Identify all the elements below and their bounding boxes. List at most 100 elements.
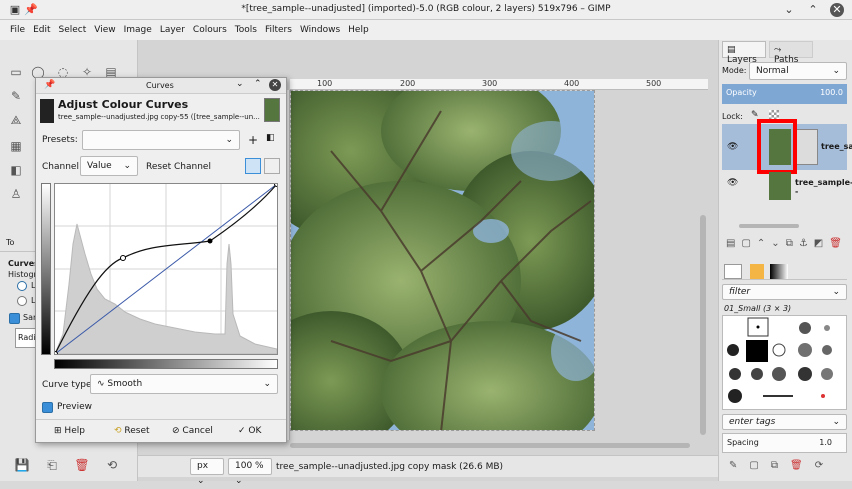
check-icon: ✓ (238, 426, 246, 436)
histogram-linear-radio[interactable] (17, 281, 27, 291)
menu-help[interactable]: Help (344, 20, 373, 40)
opacity-slider[interactable]: Opacity 100.0 (722, 84, 847, 104)
help-label: Help (64, 426, 85, 436)
curve-type-label: Curve type: (42, 380, 95, 390)
brush-filter-select[interactable]: filter ⌄ (722, 284, 847, 300)
pin-icon[interactable]: 📌 (44, 80, 55, 90)
menu-colours[interactable]: Colours (189, 20, 231, 40)
gradients-tab-icon[interactable] (770, 264, 788, 279)
tool-options-tab[interactable]: To (0, 238, 35, 252)
dialog-divider (36, 419, 286, 420)
log-histogram-icon[interactable] (264, 158, 280, 174)
help-button[interactable]: ⊞ Help (54, 426, 85, 436)
restore-options-icon[interactable]: ⎗ (44, 457, 60, 473)
brush-actions: ✎▢⧉🗑⟳ (729, 460, 835, 471)
close-button[interactable]: ✕ (830, 3, 844, 17)
delete-layer-icon[interactable]: 🗑 (829, 238, 848, 249)
channel-select[interactable]: Value ⌄ (80, 156, 138, 176)
maximize-button[interactable]: ⌃ (806, 3, 820, 17)
preview-label: Preview (57, 402, 93, 412)
patterns-tab-icon[interactable] (750, 264, 764, 279)
manage-presets-icon[interactable]: ◧ (266, 133, 275, 143)
save-options-icon[interactable]: 💾 (14, 457, 30, 473)
visibility-eye-icon[interactable]: 👁 (727, 178, 738, 188)
sample-merged-checkbox[interactable] (9, 313, 20, 324)
layers-dock: ▤ Layers ⤳ Paths Mode: Normal ⌄ Opacity 1… (718, 40, 852, 481)
reset-button[interactable]: ⟲ Reset (114, 426, 150, 436)
lower-layer-icon[interactable]: ⌄ (771, 238, 785, 249)
brushes-tabs (722, 264, 847, 280)
unit-value: px (197, 461, 209, 471)
tab-paths[interactable]: ⤳ Paths (769, 41, 813, 65)
presets-select[interactable]: ⌄ (82, 130, 240, 150)
cancel-button[interactable]: ⊘ Cancel (172, 426, 213, 436)
edit-brush-icon[interactable]: ✎ (729, 460, 749, 471)
layer-2-thumbnail (769, 172, 791, 200)
brush-shapes (727, 317, 833, 403)
rect-select-tool-icon[interactable]: ▭ (8, 64, 24, 80)
menu-edit[interactable]: Edit (29, 20, 54, 40)
layer-actions: ▤▢⌃⌄⧉⚓◩🗑 (726, 238, 848, 249)
curve-type-select[interactable]: ∿ Smooth ⌄ (90, 374, 278, 394)
menu-select[interactable]: Select (55, 20, 91, 40)
brush-grid[interactable] (722, 315, 847, 410)
close-dialog-button[interactable]: ✕ (269, 79, 281, 91)
radius-field[interactable]: Radi (15, 328, 37, 348)
anchor-icon[interactable]: ⚓ (799, 238, 814, 249)
clone-tool-icon[interactable]: ♙ (8, 186, 24, 202)
image-canvas[interactable] (290, 90, 595, 431)
new-group-icon[interactable]: ▢ (741, 238, 756, 249)
duplicate-layer-icon[interactable]: ⧉ (786, 238, 799, 249)
mask-icon[interactable]: ◩ (814, 238, 829, 249)
refresh-brushes-icon[interactable]: ⟳ (815, 460, 835, 471)
menu-layer[interactable]: Layer (156, 20, 189, 40)
minimize-button[interactable]: ⌄ (782, 3, 796, 17)
menu-windows[interactable]: Windows (296, 20, 344, 40)
delete-brush-icon[interactable]: 🗑 (790, 460, 815, 471)
reset-options-icon[interactable]: ⟲ (104, 457, 120, 473)
vertical-gradient-bar (41, 183, 51, 355)
reset-channel-button[interactable]: Reset Channel (146, 162, 211, 172)
new-layer-icon[interactable]: ▤ (726, 238, 741, 249)
unit-select[interactable]: px ⌄ (190, 458, 224, 486)
window-title: *[tree_sample--unadjusted] (imported)-5.… (241, 4, 611, 14)
tab-layers[interactable]: ▤ Layers (722, 41, 766, 65)
mode-select[interactable]: Normal ⌄ (749, 62, 847, 80)
menu-image[interactable]: Image (120, 20, 156, 40)
raise-layer-icon[interactable]: ⌃ (757, 238, 771, 249)
zoom-select[interactable]: 100 % ⌄ (228, 458, 272, 486)
new-brush-icon[interactable]: ▢ (749, 460, 770, 471)
minimize-button[interactable]: ⌄ (236, 79, 244, 89)
menu-view[interactable]: View (90, 20, 119, 40)
spacing-value: 1.0 (819, 438, 832, 447)
ok-button[interactable]: ✓ OK (238, 426, 261, 436)
paths-tool-icon[interactable]: ✎ (8, 88, 24, 104)
spacing-slider[interactable]: Spacing 1.0 (722, 433, 847, 453)
visibility-eye-icon[interactable]: 👁 (727, 142, 738, 152)
curves-titlebar: 📌 Curves ⌄ ⌃ ✕ (36, 78, 286, 94)
menu-filters[interactable]: Filters (261, 20, 296, 40)
menu-file[interactable]: File (6, 20, 29, 40)
menu-tools[interactable]: Tools (231, 20, 261, 40)
add-preset-icon[interactable]: + (248, 133, 258, 147)
linear-histogram-icon[interactable] (245, 158, 261, 174)
brush-tags-field[interactable]: enter tags ⌄ (722, 414, 847, 430)
paint-tool-icon[interactable]: ▦ (8, 138, 24, 154)
curves-graph[interactable] (52, 181, 280, 357)
eraser-tool-icon[interactable]: ◧ (8, 162, 24, 178)
layers-scrollbar[interactable] (739, 224, 799, 228)
measure-tool-icon[interactable]: ⟁ (8, 112, 24, 128)
brushes-tab-icon[interactable] (724, 264, 742, 279)
delete-options-icon[interactable]: 🗑 (74, 457, 90, 473)
horizontal-scrollbar[interactable] (290, 443, 690, 448)
duplicate-brush-icon[interactable]: ⧉ (771, 460, 790, 471)
maximize-button[interactable]: ⌃ (254, 79, 262, 89)
mode-value: Normal (756, 66, 789, 76)
horizontal-ruler: 100 200 300 400 500 (290, 79, 708, 90)
preview-checkbox[interactable] (42, 402, 53, 413)
histogram-log-radio[interactable] (17, 296, 27, 306)
layer-preview-thumbnail (264, 98, 280, 122)
mode-label: Mode: (722, 66, 747, 75)
layer-row-2[interactable]: 👁 tree_sample-- (722, 170, 852, 216)
vertical-scrollbar[interactable] (700, 215, 706, 435)
